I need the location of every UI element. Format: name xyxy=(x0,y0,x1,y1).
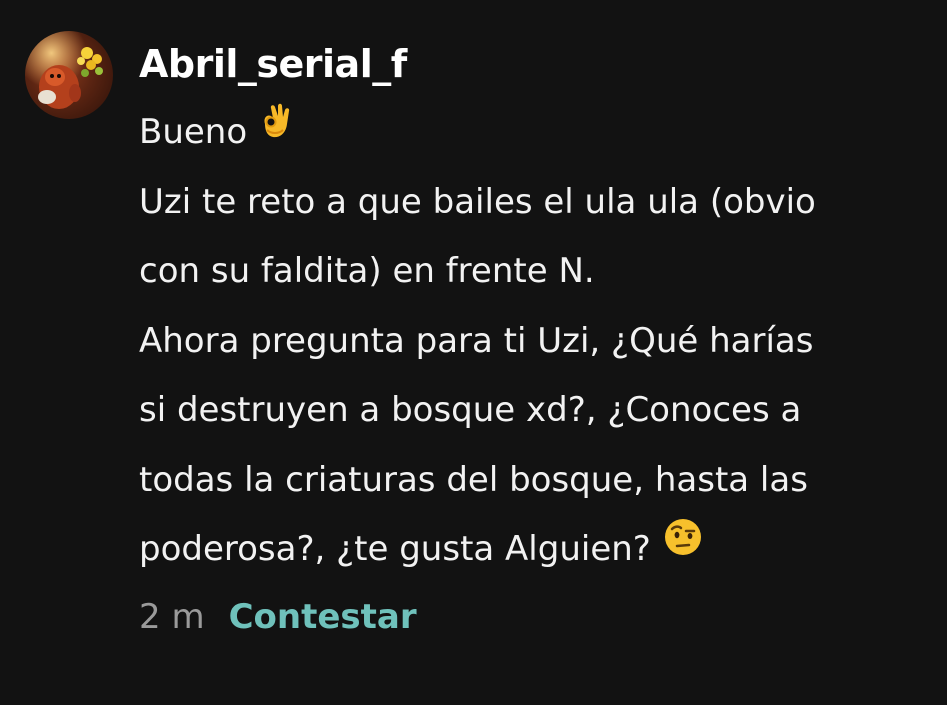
comment-line-text: todas la criaturas del bosque, hasta las xyxy=(139,459,808,500)
comment-line: poderosa?, ¿te gusta Alguien? xyxy=(139,515,939,585)
comment-line-text: Uzi te reto a que bailes el ula ula (obv… xyxy=(139,181,816,222)
comment-line: con su faldita) en frente N. xyxy=(139,237,939,307)
comment-line-text: Ahora pregunta para ti Uzi, ¿Qué harías xyxy=(139,320,814,361)
comment-line-text: Bueno xyxy=(139,112,248,152)
reply-button[interactable]: Contestar xyxy=(229,597,417,637)
ok-hand-emoji-icon xyxy=(259,95,293,165)
comment-line: si destruyen a bosque xd?, ¿Conoces a xyxy=(139,376,939,446)
comment-body: Abril_serial_f Bueno Uzi te reto a que b… xyxy=(139,36,939,647)
username[interactable]: Abril_serial_f xyxy=(139,36,939,96)
comment-line-text: con su faldita) en frente N. xyxy=(139,251,595,291)
comment-line-text: si destruyen a bosque xd?, ¿Conoces a xyxy=(139,390,802,430)
comment: Abril_serial_f Bueno Uzi te reto a que b… xyxy=(0,0,947,705)
comment-line: todas la criaturas del bosque, hasta las xyxy=(139,446,939,516)
profile-avatar-icon xyxy=(25,31,113,119)
raised-eyebrow-emoji-icon xyxy=(663,512,703,582)
timestamp: 2 m xyxy=(139,596,205,637)
comment-line: Bueno xyxy=(139,98,939,168)
comment-meta: 2 m Contestar xyxy=(139,587,939,647)
comment-line-text: poderosa?, ¿te gusta Alguien? xyxy=(139,529,651,569)
user-avatar[interactable] xyxy=(25,31,113,119)
comment-text: Bueno Uzi te reto a que bailes el ula ul… xyxy=(139,98,939,585)
comment-line: Uzi te reto a que bailes el ula ula (obv… xyxy=(139,168,939,238)
comment-line: Ahora pregunta para ti Uzi, ¿Qué harías xyxy=(139,307,939,377)
